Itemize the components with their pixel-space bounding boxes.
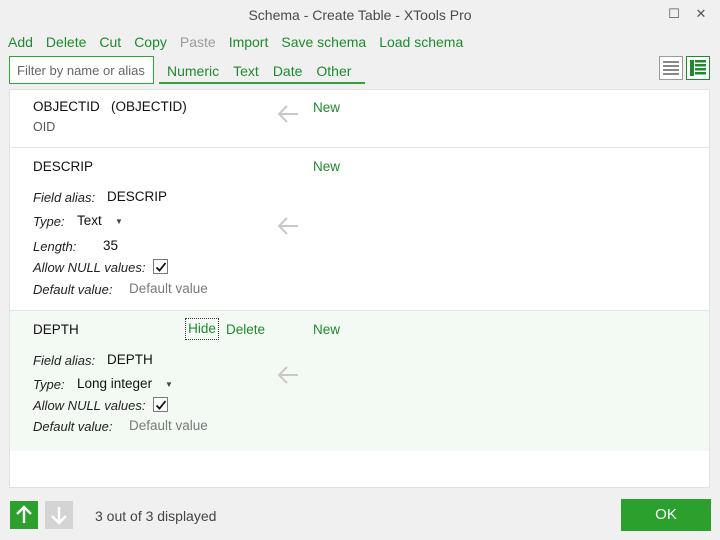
- status-text: 3 out of 3 displayed: [95, 508, 217, 524]
- default-value-label: Default value:: [33, 419, 113, 434]
- checkmark-icon: [155, 400, 167, 410]
- move-left-arrow-icon[interactable]: [276, 365, 300, 385]
- toolbar-menu: Add Delete Cut Copy Paste Import Save sc…: [8, 31, 476, 53]
- tab-numeric[interactable]: Numeric: [167, 60, 219, 82]
- close-icon[interactable]: ✕: [693, 6, 709, 22]
- type-label: Type:: [33, 377, 65, 392]
- move-left-arrow-icon[interactable]: [276, 216, 300, 236]
- window-title: Schema - Create Table - XTools Pro: [248, 7, 472, 23]
- type-label: Type:: [33, 214, 65, 229]
- delete-button[interactable]: Delete: [46, 31, 86, 53]
- field-alias-value[interactable]: DESCRIP: [107, 189, 167, 204]
- field-name: DEPTH: [33, 322, 79, 337]
- hide-button[interactable]: Hide: [185, 318, 219, 340]
- title-bar: Schema - Create Table - XTools Pro ☐ ✕: [0, 0, 720, 30]
- new-link[interactable]: New: [313, 100, 340, 115]
- allow-null-checkbox[interactable]: [153, 259, 168, 274]
- length-label: Length:: [33, 239, 77, 254]
- field-alias-value[interactable]: DEPTH: [107, 352, 153, 367]
- cut-button[interactable]: Cut: [99, 31, 121, 53]
- load-schema-button[interactable]: Load schema: [379, 31, 463, 53]
- default-value-input[interactable]: Default value: [129, 281, 208, 296]
- tab-text[interactable]: Text: [233, 60, 259, 82]
- filter-input[interactable]: [9, 56, 154, 84]
- delete-field-link[interactable]: Delete: [226, 322, 265, 337]
- type-filter-tabs: Numeric Text Date Other: [159, 60, 366, 84]
- add-button[interactable]: Add: [8, 31, 33, 53]
- field-row-descrip[interactable]: DESCRIP New Field alias: DESCRIP Type: T…: [10, 148, 709, 311]
- tab-date[interactable]: Date: [273, 60, 303, 82]
- list-view-icon[interactable]: [659, 56, 683, 80]
- allow-null-checkbox[interactable]: [153, 397, 168, 412]
- paste-button[interactable]: Paste: [180, 31, 216, 53]
- field-row-objectid[interactable]: OBJECTID (OBJECTID) OID New: [10, 90, 709, 148]
- allow-null-label: Allow NULL values:: [33, 398, 146, 413]
- field-name: OBJECTID (OBJECTID): [33, 99, 187, 114]
- type-select[interactable]: Long integer: [77, 376, 152, 391]
- copy-button[interactable]: Copy: [134, 31, 167, 53]
- type-select[interactable]: Text: [77, 213, 102, 228]
- field-row-depth[interactable]: DEPTH Hide Delete New Field alias: DEPTH…: [10, 311, 709, 451]
- chevron-down-icon[interactable]: ▼: [165, 380, 173, 389]
- field-name: DESCRIP: [33, 159, 94, 174]
- new-link[interactable]: New: [313, 159, 340, 174]
- length-value[interactable]: 35: [103, 238, 118, 253]
- checkmark-icon: [155, 262, 167, 272]
- arrow-down-icon: [51, 507, 67, 525]
- fields-panel: OBJECTID (OBJECTID) OID New DESCRIP New …: [9, 89, 710, 488]
- field-alias-label: Field alias:: [33, 190, 96, 205]
- field-type-label: OID: [33, 120, 56, 134]
- grid-view-icon[interactable]: [686, 56, 710, 80]
- default-value-label: Default value:: [33, 282, 113, 297]
- save-schema-button[interactable]: Save schema: [281, 31, 366, 53]
- move-left-arrow-icon[interactable]: [276, 104, 300, 124]
- arrow-up-icon: [16, 505, 32, 523]
- tab-other[interactable]: Other: [316, 60, 351, 82]
- default-value-input[interactable]: Default value: [129, 418, 208, 433]
- move-down-button[interactable]: [45, 501, 73, 529]
- move-up-button[interactable]: [10, 501, 38, 529]
- field-alias-label: Field alias:: [33, 353, 96, 368]
- import-button[interactable]: Import: [229, 31, 269, 53]
- ok-button[interactable]: OK: [621, 499, 711, 531]
- allow-null-label: Allow NULL values:: [33, 260, 146, 275]
- new-link[interactable]: New: [313, 322, 340, 337]
- chevron-down-icon[interactable]: ▼: [115, 217, 123, 226]
- maximize-icon[interactable]: ☐: [666, 6, 682, 22]
